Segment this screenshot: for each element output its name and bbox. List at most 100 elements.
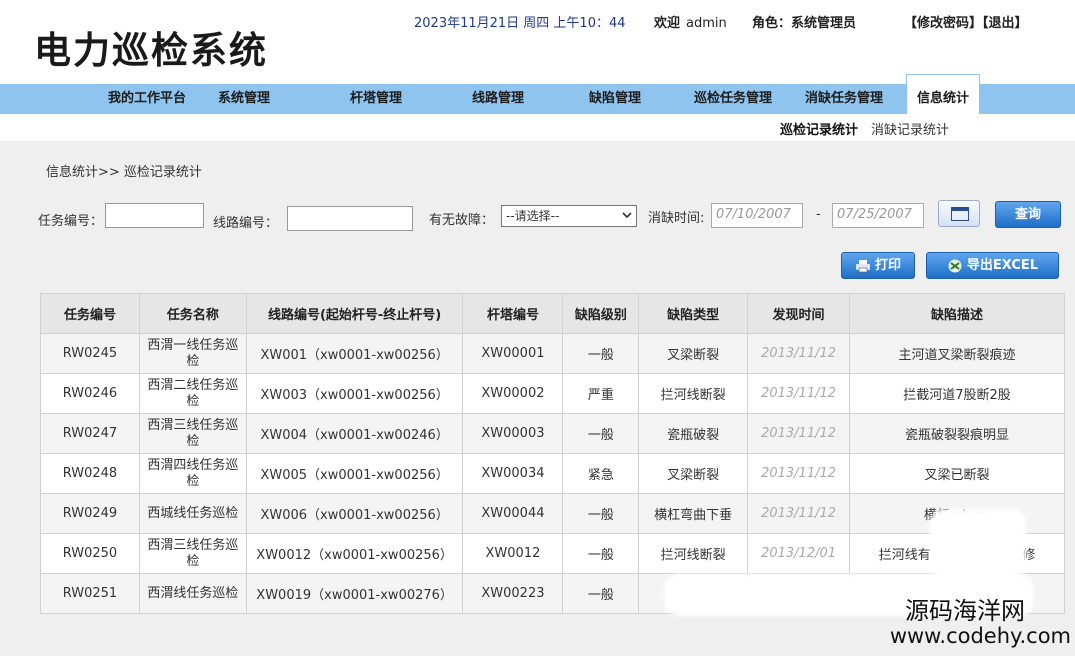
subnav-elimination-stats[interactable]: 消缺记录统计 <box>871 119 949 138</box>
cell-task-name: 西渭四线任务巡检 <box>138 453 247 494</box>
table-row[interactable]: RW0248 西渭四线任务巡检 XW005（xw0001-xw00256） XW… <box>40 453 1065 494</box>
cell-tower-no: XW00001 <box>462 333 564 374</box>
task-no-label: 任务编号： <box>38 214 104 229</box>
cell-task-no: RW0247 <box>40 413 140 454</box>
cell-found-time: 2013/11/12 <box>747 413 851 454</box>
cell-task-name: 西渭三线任务巡检 <box>138 533 247 574</box>
nav-item-defect[interactable]: 缺陷管理 <box>589 84 641 114</box>
table-header-row: 任务编号 任务名称 线路编号(起始杆号-终止杆号) 杆塔编号 缺陷级别 缺陷类型… <box>40 293 1065 334</box>
export-excel-button[interactable]: 导出EXCEL <box>926 252 1059 279</box>
cell-defect-type: 拦河线断裂 <box>638 533 749 574</box>
cell-defect-level: 一般 <box>562 333 640 374</box>
date-from-input[interactable]: 07/10/2007 <box>711 203 803 228</box>
subnav-inspection-stats[interactable]: 巡检记录统计 <box>780 119 858 138</box>
table-row[interactable]: RW0250 西渭三线任务巡检 XW0012（xw0001-xw00256） X… <box>40 533 1065 574</box>
watermark-smudge <box>930 509 1026 577</box>
print-button[interactable]: 打印 <box>841 252 915 279</box>
cell-line-no: XW001（xw0001-xw00256） <box>245 333 464 374</box>
export-button-label: 导出EXCEL <box>966 258 1039 273</box>
cell-line-no: XW003（xw0001-xw00256） <box>245 373 464 414</box>
cell-defect-desc: 叉梁已断裂 <box>849 453 1065 494</box>
chevron-down-icon <box>622 212 632 219</box>
col-found-time: 发现时间 <box>747 293 851 334</box>
header: 电力巡检系统 2023年11月21日 周四 上午10：44 欢迎 admin 角色… <box>0 0 1075 84</box>
excel-icon <box>948 259 962 272</box>
cell-defect-level: 严重 <box>562 373 640 414</box>
cell-defect-type: 瓷瓶破裂 <box>638 413 749 454</box>
fault-select-value: --请选择-- <box>506 209 560 223</box>
col-defect-type: 缺陷类型 <box>638 293 749 334</box>
col-defect-desc: 缺陷描述 <box>849 293 1065 334</box>
cell-line-no: XW0019（xw0001-xw00276） <box>245 573 464 614</box>
cell-found-time: 2013/11/12 <box>747 333 851 374</box>
cell-defect-desc: 主河道叉梁断裂痕迹 <box>849 333 1065 374</box>
role-text: 角色：系统管理员 <box>752 16 857 31</box>
printer-icon <box>855 259 870 272</box>
line-no-label: 线路编号： <box>213 216 279 231</box>
change-password-link[interactable]: 【修改密码】 <box>904 16 982 31</box>
cell-found-time: 2013/11/12 <box>747 373 851 414</box>
cell-defect-type: 拦河线断裂 <box>638 373 749 414</box>
time-label: 消缺时间: <box>648 211 705 226</box>
cell-task-no: RW0246 <box>40 373 140 414</box>
table-row[interactable]: RW0246 西渭二线任务巡检 XW003（xw0001-xw00256） XW… <box>40 373 1065 414</box>
cell-tower-no: XW0012 <box>462 533 564 574</box>
nav-item-workbench[interactable]: 我的工作平台 <box>108 84 186 114</box>
cell-defect-type: 叉梁断裂 <box>638 453 749 494</box>
cell-task-no: RW0249 <box>40 493 140 534</box>
cell-task-name: 西渭二线任务巡检 <box>138 373 247 414</box>
nav-item-line[interactable]: 线路管理 <box>472 84 524 114</box>
cell-defect-type: 叉梁断裂 <box>638 333 749 374</box>
logout-link[interactable]: 【退出】 <box>982 16 1028 31</box>
cell-task-name: 西渭一线任务巡检 <box>138 333 247 374</box>
cell-task-name: 西渭三线任务巡检 <box>138 413 247 454</box>
cell-defect-level: 一般 <box>562 573 640 614</box>
cell-task-name: 西城线任务巡检 <box>138 493 247 534</box>
query-button[interactable]: 查询 <box>995 201 1061 228</box>
inspection-records-table: 任务编号 任务名称 线路编号(起始杆号-终止杆号) 杆塔编号 缺陷级别 缺陷类型… <box>40 293 1065 614</box>
col-task-no: 任务编号 <box>40 293 140 334</box>
watermark-url: www.codehy.com <box>889 624 1071 648</box>
username: admin <box>686 16 727 31</box>
col-line-no: 线路编号(起始杆号-终止杆号) <box>245 293 464 334</box>
cell-task-no: RW0245 <box>40 333 140 374</box>
cell-found-time: 2013/11/12 <box>747 493 851 534</box>
table-row[interactable]: RW0247 西渭三线任务巡检 XW004（xw0001-xw00246） XW… <box>40 413 1065 454</box>
cell-tower-no: XW00044 <box>462 493 564 534</box>
calendar-icon <box>951 207 969 221</box>
cell-line-no: XW0012（xw0001-xw00256） <box>245 533 464 574</box>
table-row[interactable]: RW0245 西渭一线任务巡检 XW001（xw0001-xw00256） XW… <box>40 333 1065 374</box>
breadcrumb: 信息统计>> 巡检记录统计 <box>46 165 202 180</box>
watermark-title: 源码海洋网 <box>905 597 1025 625</box>
cell-found-time: 2013/12/01 <box>747 533 851 574</box>
welcome-label: 欢迎 <box>654 16 681 31</box>
app-title: 电力巡检系统 <box>34 29 268 72</box>
date-separator: - <box>816 207 821 222</box>
nav-item-system[interactable]: 系统管理 <box>218 84 270 114</box>
col-defect-level: 缺陷级别 <box>562 293 640 334</box>
main-nav: 我的工作平台 系统管理 杆塔管理 线路管理 缺陷管理 巡检任务管理 消缺任务管理… <box>0 74 1075 114</box>
site-watermark: 源码海洋网 www.codehy.com <box>890 598 1071 648</box>
cell-defect-desc: 瓷瓶破裂裂痕明显 <box>849 413 1065 454</box>
cell-task-no: RW0250 <box>40 533 140 574</box>
col-tower-no: 杆塔编号 <box>462 293 564 334</box>
cell-tower-no: XW00223 <box>462 573 564 614</box>
cell-found-time: 2013/11/12 <box>747 453 851 494</box>
fault-select[interactable]: --请选择-- <box>501 205 637 227</box>
col-task-name: 任务名称 <box>138 293 247 334</box>
cell-defect-level: 一般 <box>562 533 640 574</box>
nav-item-inspection-task[interactable]: 巡检任务管理 <box>694 84 772 114</box>
cell-task-no: RW0248 <box>40 453 140 494</box>
nav-item-tower[interactable]: 杆塔管理 <box>350 84 402 114</box>
date-to-input[interactable]: 07/25/2007 <box>832 203 924 228</box>
nav-item-elimination-task[interactable]: 消缺任务管理 <box>805 84 883 114</box>
cell-defect-desc: 拦截河道7股断2股 <box>849 373 1065 414</box>
nav-item-statistics[interactable]: 信息统计 <box>906 74 981 114</box>
task-no-input[interactable] <box>105 203 204 228</box>
table-row[interactable]: RW0249 西城线任务巡检 XW006（xw0001-xw00256） XW0… <box>40 493 1065 534</box>
cell-defect-level: 紧急 <box>562 453 640 494</box>
cell-tower-no: XW00034 <box>462 453 564 494</box>
line-no-input[interactable] <box>287 206 413 231</box>
calendar-button[interactable] <box>938 200 980 227</box>
cell-line-no: XW006（xw0001-xw00256） <box>245 493 464 534</box>
